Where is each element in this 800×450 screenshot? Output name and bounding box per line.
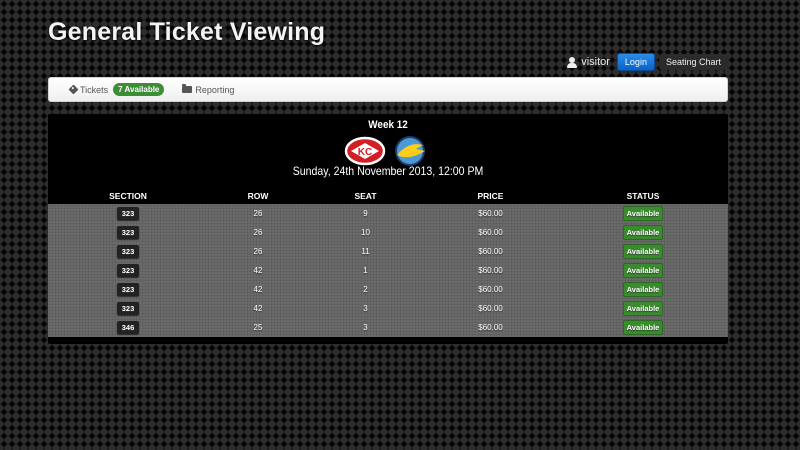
seat-cell: 9 <box>363 209 368 218</box>
login-button[interactable]: Login <box>616 53 655 71</box>
chiefs-logo-icon: KC <box>344 136 386 166</box>
nav-bar: Tickets 7 Available Reporting <box>48 77 728 102</box>
row-cell: 26 <box>253 228 263 237</box>
table-row[interactable]: 323 26 11 $60.00 Available <box>48 242 728 261</box>
section-tag: 346 <box>116 321 140 334</box>
user-menu[interactable]: visitor <box>567 56 610 68</box>
available-count-badge: 7 Available <box>113 83 165 96</box>
row-cell: 25 <box>253 323 263 332</box>
table-header-row: SECTION ROW SEAT PRICE STATUS <box>48 188 728 204</box>
status-badge: Available <box>622 320 664 335</box>
table-row[interactable]: 323 42 2 $60.00 Available <box>48 280 728 299</box>
tab-reporting-label: Reporting <box>195 84 235 95</box>
row-cell: 26 <box>253 209 263 218</box>
user-icon <box>567 56 578 68</box>
seat-cell: 2 <box>363 285 368 294</box>
row-cell: 42 <box>253 266 263 275</box>
status-badge: Available <box>622 225 664 240</box>
seating-chart-button[interactable]: Seating Chart <box>658 54 728 70</box>
table-row[interactable]: 323 42 1 $60.00 Available <box>48 261 728 280</box>
game-date: Sunday, 24th November 2013, 12:00 PM <box>292 164 484 178</box>
seat-cell: 3 <box>363 323 368 332</box>
tickets-table: SECTION ROW SEAT PRICE STATUS 323 26 9 $… <box>48 188 728 337</box>
header-price[interactable]: PRICE <box>423 188 558 204</box>
section-tag: 323 <box>116 245 140 258</box>
table-row[interactable]: 323 26 10 $60.00 Available <box>48 223 728 242</box>
row-cell: 42 <box>253 285 263 294</box>
price-cell: $60.00 <box>478 266 503 275</box>
section-tag: 323 <box>116 226 140 239</box>
tab-tickets[interactable]: Tickets 7 Available <box>68 83 165 96</box>
header-seat[interactable]: SEAT <box>308 188 423 204</box>
price-cell: $60.00 <box>478 228 503 237</box>
svg-text:KC: KC <box>358 147 372 158</box>
page-title: General Ticket Viewing <box>48 18 326 46</box>
seat-cell: 10 <box>361 228 370 237</box>
header-row[interactable]: ROW <box>208 188 308 204</box>
username: visitor <box>581 56 610 68</box>
status-badge: Available <box>622 301 664 316</box>
section-tag: 323 <box>116 264 140 277</box>
row-cell: 42 <box>253 304 263 313</box>
header-status[interactable]: STATUS <box>558 188 728 204</box>
section-tag: 323 <box>116 207 140 220</box>
price-cell: $60.00 <box>478 285 503 294</box>
status-badge: Available <box>622 282 664 297</box>
row-cell: 26 <box>253 247 263 256</box>
section-tag: 323 <box>116 302 140 315</box>
price-cell: $60.00 <box>478 247 503 256</box>
status-badge: Available <box>622 206 664 221</box>
seat-cell: 3 <box>363 304 368 313</box>
team-logos: KC <box>344 135 431 167</box>
header-section[interactable]: SECTION <box>48 188 208 204</box>
tab-reporting[interactable]: Reporting <box>182 84 235 95</box>
tab-tickets-label: Tickets <box>80 84 109 95</box>
tag-icon <box>68 84 79 95</box>
section-tag: 323 <box>116 283 140 296</box>
chargers-logo-icon <box>395 136 425 166</box>
price-cell: $60.00 <box>478 323 503 332</box>
folder-icon <box>182 84 193 93</box>
table-row[interactable]: 346 25 3 $60.00 Available <box>48 318 728 337</box>
price-cell: $60.00 <box>478 209 503 218</box>
user-bar: visitor Login Seating Chart <box>567 53 728 71</box>
table-row[interactable]: 323 26 9 $60.00 Available <box>48 204 728 223</box>
table-row[interactable]: 323 42 3 $60.00 Available <box>48 299 728 318</box>
seat-cell: 11 <box>361 247 370 256</box>
seat-cell: 1 <box>363 266 368 275</box>
status-badge: Available <box>622 263 664 278</box>
price-cell: $60.00 <box>478 304 503 313</box>
status-badge: Available <box>622 244 664 259</box>
week-label: Week 12 <box>368 119 408 131</box>
tickets-panel: Week 12 KC Sunday, 24th November 2013, 1… <box>48 114 728 344</box>
